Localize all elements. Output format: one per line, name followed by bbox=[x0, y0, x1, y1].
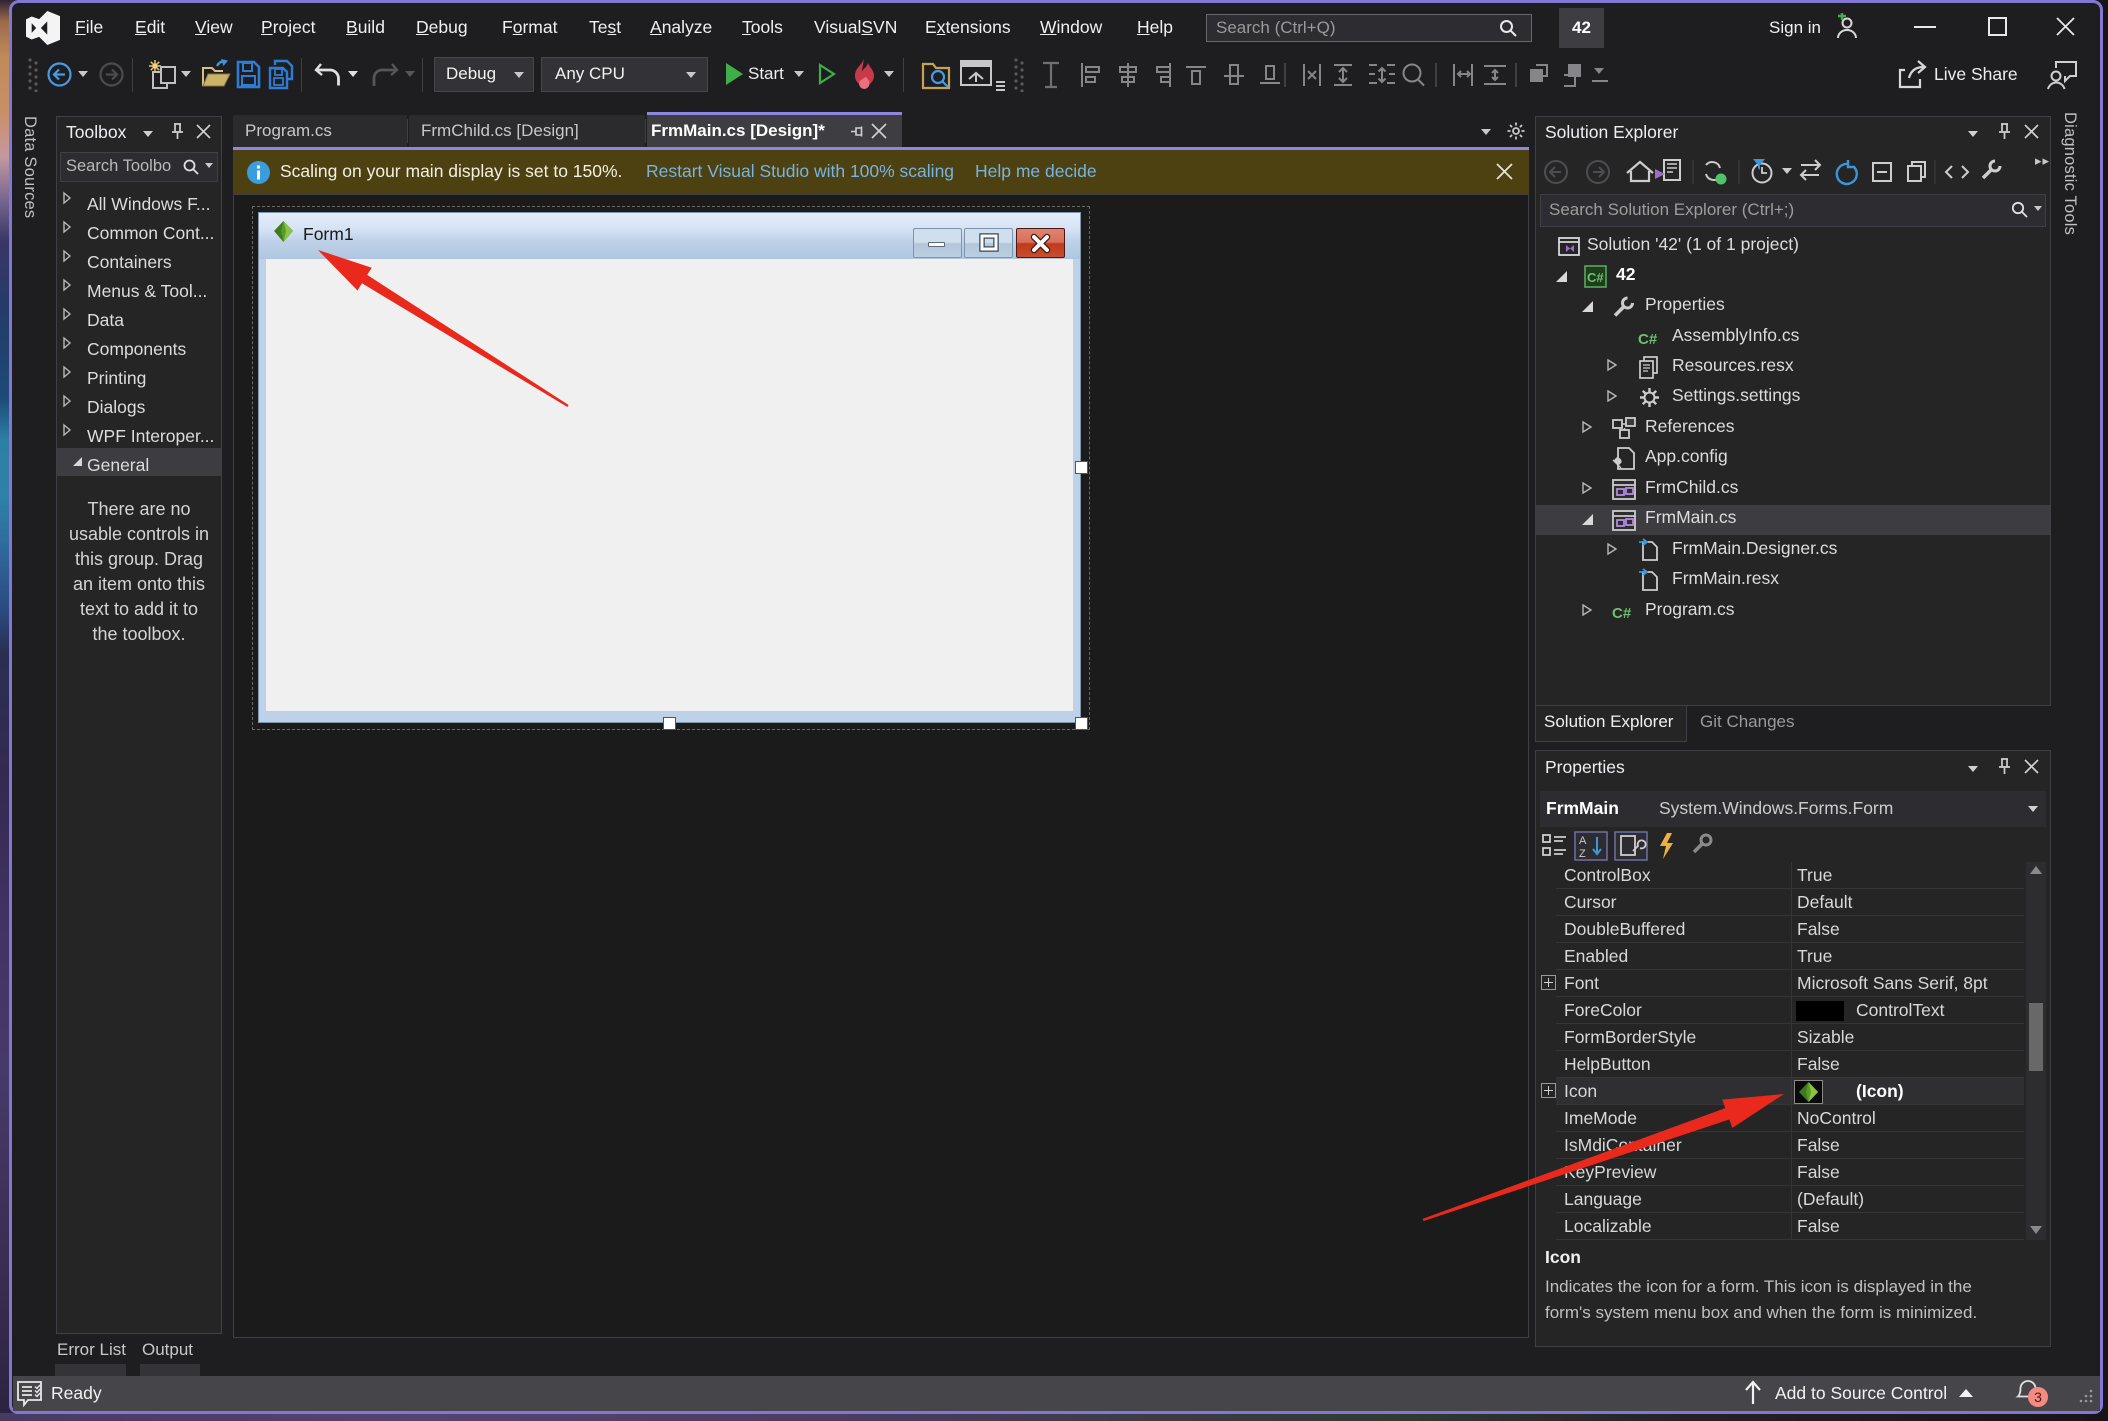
svg-text:C#: C# bbox=[1587, 270, 1604, 285]
svg-text:C#: C# bbox=[1638, 331, 1658, 348]
svg-text:A: A bbox=[1579, 835, 1587, 847]
svg-text:C#: C# bbox=[1612, 605, 1632, 622]
svg-text:Z: Z bbox=[1579, 848, 1586, 860]
